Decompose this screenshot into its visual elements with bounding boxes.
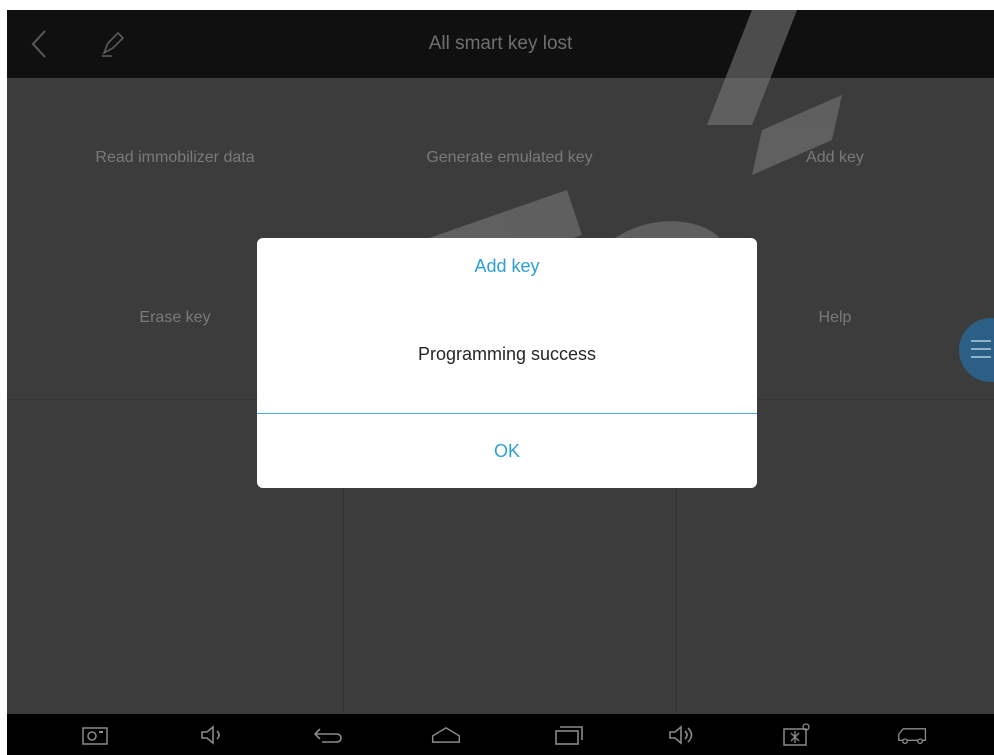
add-key-dialog: Add key Programming success OK [257,238,757,488]
function-label: Erase key [139,309,211,326]
nav-home-button[interactable] [430,719,462,751]
function-label: Generate emulated key [426,148,593,166]
vci-connection-button[interactable] [780,719,812,751]
vci-connection-icon [783,723,810,746]
screenshot-button[interactable] [79,719,111,751]
volume-down-button[interactable] [197,719,229,751]
function-label: Help [818,309,852,326]
function-read-immobilizer-data[interactable]: Read immobilizer data [7,78,343,237]
volume-up-icon [669,725,693,745]
screenshot-icon [82,727,108,745]
dialog-message: Programming success [417,344,597,364]
volume-down-icon [201,725,220,745]
function-label: Read immobilizer data [95,148,255,166]
truck-button[interactable] [897,719,929,751]
system-nav-bar [7,714,994,755]
truck-icon [898,728,927,745]
function-add-key[interactable]: Add key [676,78,994,237]
home-icon [431,727,461,743]
volume-up-button[interactable] [667,719,699,751]
menu-icon [971,340,991,364]
recent-apps-icon [555,726,583,745]
nav-recent-apps-button[interactable] [552,719,584,751]
app-screen: All smart key lost Read immobilizer data… [7,10,994,755]
ok-button[interactable]: OK [257,414,757,488]
function-label: Add key [806,148,864,166]
back-icon [313,728,342,743]
function-generate-emulated-key[interactable]: Generate emulated key [343,78,676,237]
page-title: All smart key lost [428,33,573,54]
dialog-title: Add key [474,256,540,276]
title-bar: All smart key lost [7,10,994,78]
nav-back-button[interactable] [312,719,344,751]
